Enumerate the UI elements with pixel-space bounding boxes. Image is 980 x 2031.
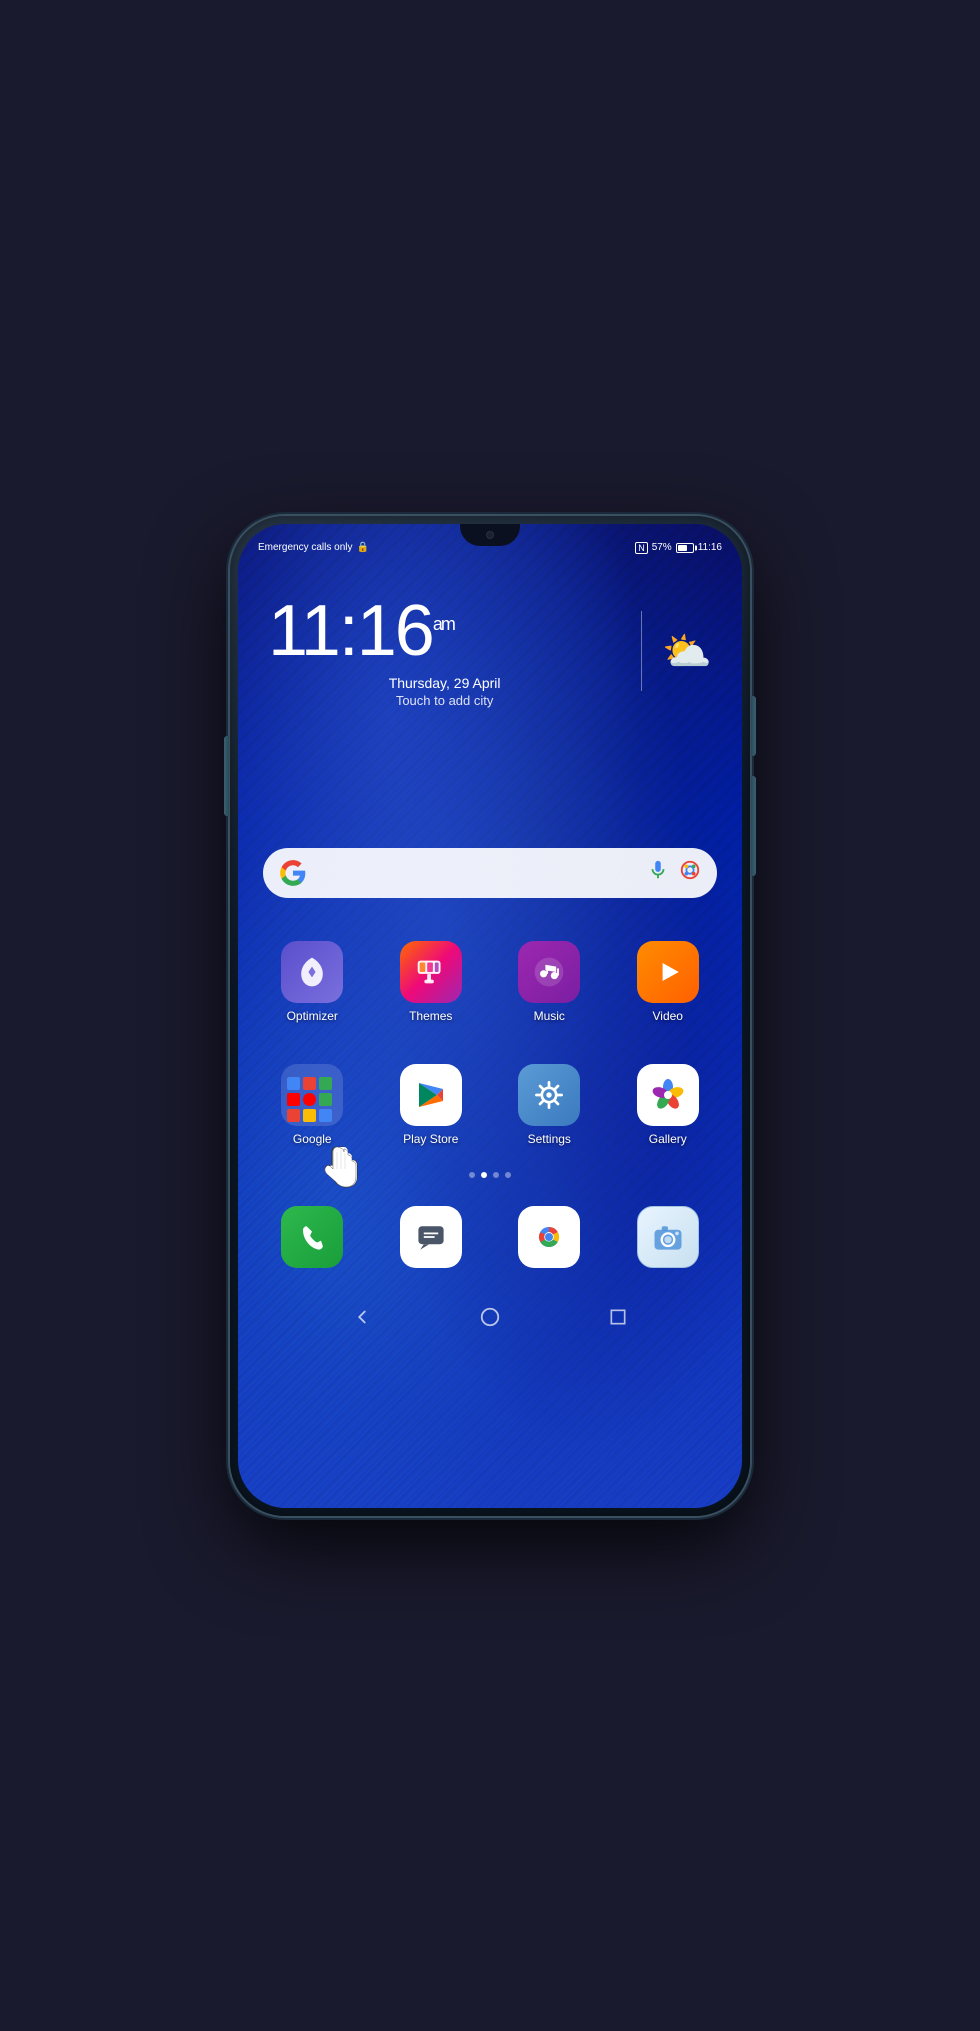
phone-screen: Emergency calls only 🔒 N 57% 11:16 11:16… bbox=[238, 524, 742, 1508]
time-display-small: 11:16 bbox=[698, 542, 722, 553]
dock-chrome[interactable] bbox=[490, 1198, 609, 1276]
dot-2 bbox=[481, 1172, 487, 1178]
battery-fill bbox=[678, 545, 687, 551]
weather-icon: ⛅ bbox=[662, 628, 712, 675]
volume-left-button[interactable] bbox=[224, 736, 229, 816]
clock-city[interactable]: Touch to add city bbox=[268, 693, 621, 708]
app-item-video[interactable]: Video bbox=[609, 933, 728, 1031]
battery-percent: 57% bbox=[652, 542, 672, 553]
app-grid-row2: Google Play Store bbox=[238, 1051, 742, 1164]
music-icon bbox=[518, 941, 580, 1003]
app-grid-row1: Optimizer Themes bbox=[238, 908, 742, 1041]
battery-bar bbox=[676, 543, 694, 553]
notch bbox=[460, 524, 520, 546]
settings-icon bbox=[518, 1064, 580, 1126]
sim-icon: 🔒 bbox=[356, 542, 368, 553]
themes-icon bbox=[400, 941, 462, 1003]
power-button[interactable] bbox=[751, 696, 756, 756]
home-button[interactable] bbox=[476, 1303, 504, 1331]
emergency-text: Emergency calls only bbox=[258, 542, 352, 553]
optimizer-icon bbox=[281, 941, 343, 1003]
dock-phone[interactable] bbox=[253, 1198, 372, 1276]
google-folder-icon bbox=[281, 1064, 343, 1126]
app-item-gallery[interactable]: Gallery bbox=[609, 1056, 728, 1154]
gallery-icon bbox=[637, 1064, 699, 1126]
dot-4 bbox=[505, 1172, 511, 1178]
clock-left: 11:16am Thursday, 29 April Touch to add … bbox=[268, 595, 621, 708]
playstore-icon bbox=[400, 1064, 462, 1126]
music-label: Music bbox=[534, 1009, 565, 1023]
dock-camera[interactable] bbox=[609, 1198, 728, 1276]
phone-call-icon bbox=[281, 1206, 343, 1268]
lens-icon[interactable] bbox=[679, 859, 701, 886]
clock-time: 11:16am bbox=[268, 595, 621, 667]
dock bbox=[238, 1186, 742, 1288]
page-dots bbox=[238, 1172, 742, 1178]
video-icon bbox=[637, 941, 699, 1003]
optimizer-label: Optimizer bbox=[287, 1009, 338, 1023]
volume-button[interactable] bbox=[751, 776, 756, 876]
app-item-google[interactable]: Google bbox=[253, 1056, 372, 1154]
app-item-playstore[interactable]: Play Store bbox=[372, 1056, 491, 1154]
front-camera bbox=[486, 531, 494, 539]
phone-device: Emergency calls only 🔒 N 57% 11:16 11:16… bbox=[230, 516, 750, 1516]
app-item-themes[interactable]: Themes bbox=[372, 933, 491, 1031]
dot-3 bbox=[493, 1172, 499, 1178]
video-label: Video bbox=[653, 1009, 683, 1023]
mic-icon[interactable] bbox=[647, 859, 669, 887]
clock-time-value: 11:16 bbox=[268, 591, 433, 671]
clock-date: Thursday, 29 April bbox=[268, 675, 621, 691]
settings-label: Settings bbox=[528, 1132, 571, 1146]
messages-icon bbox=[400, 1206, 462, 1268]
back-button[interactable] bbox=[348, 1303, 376, 1331]
search-bar[interactable] bbox=[263, 848, 717, 898]
playstore-label: Play Store bbox=[403, 1132, 458, 1146]
nfc-icon: N bbox=[635, 542, 648, 554]
google-label: Google bbox=[293, 1132, 332, 1146]
clock-divider bbox=[641, 611, 642, 691]
clock-widget[interactable]: 11:16am Thursday, 29 April Touch to add … bbox=[238, 575, 742, 728]
recents-button[interactable] bbox=[604, 1303, 632, 1331]
google-mini-grid bbox=[279, 1069, 340, 1130]
status-right: N 57% 11:16 bbox=[635, 542, 722, 554]
dock-messages[interactable] bbox=[372, 1198, 491, 1276]
camera-icon bbox=[637, 1206, 699, 1268]
status-left: Emergency calls only 🔒 bbox=[258, 542, 369, 553]
dot-1 bbox=[469, 1172, 475, 1178]
clock-ampm: am bbox=[433, 614, 454, 634]
chrome-icon bbox=[518, 1206, 580, 1268]
nav-bar bbox=[238, 1293, 742, 1346]
app-item-optimizer[interactable]: Optimizer bbox=[253, 933, 372, 1031]
app-item-music[interactable]: Music bbox=[490, 933, 609, 1031]
google-logo bbox=[279, 859, 307, 887]
themes-label: Themes bbox=[409, 1009, 452, 1023]
gallery-label: Gallery bbox=[649, 1132, 687, 1146]
weather-widget[interactable]: ⛅ bbox=[662, 628, 712, 675]
app-item-settings[interactable]: Settings bbox=[490, 1056, 609, 1154]
